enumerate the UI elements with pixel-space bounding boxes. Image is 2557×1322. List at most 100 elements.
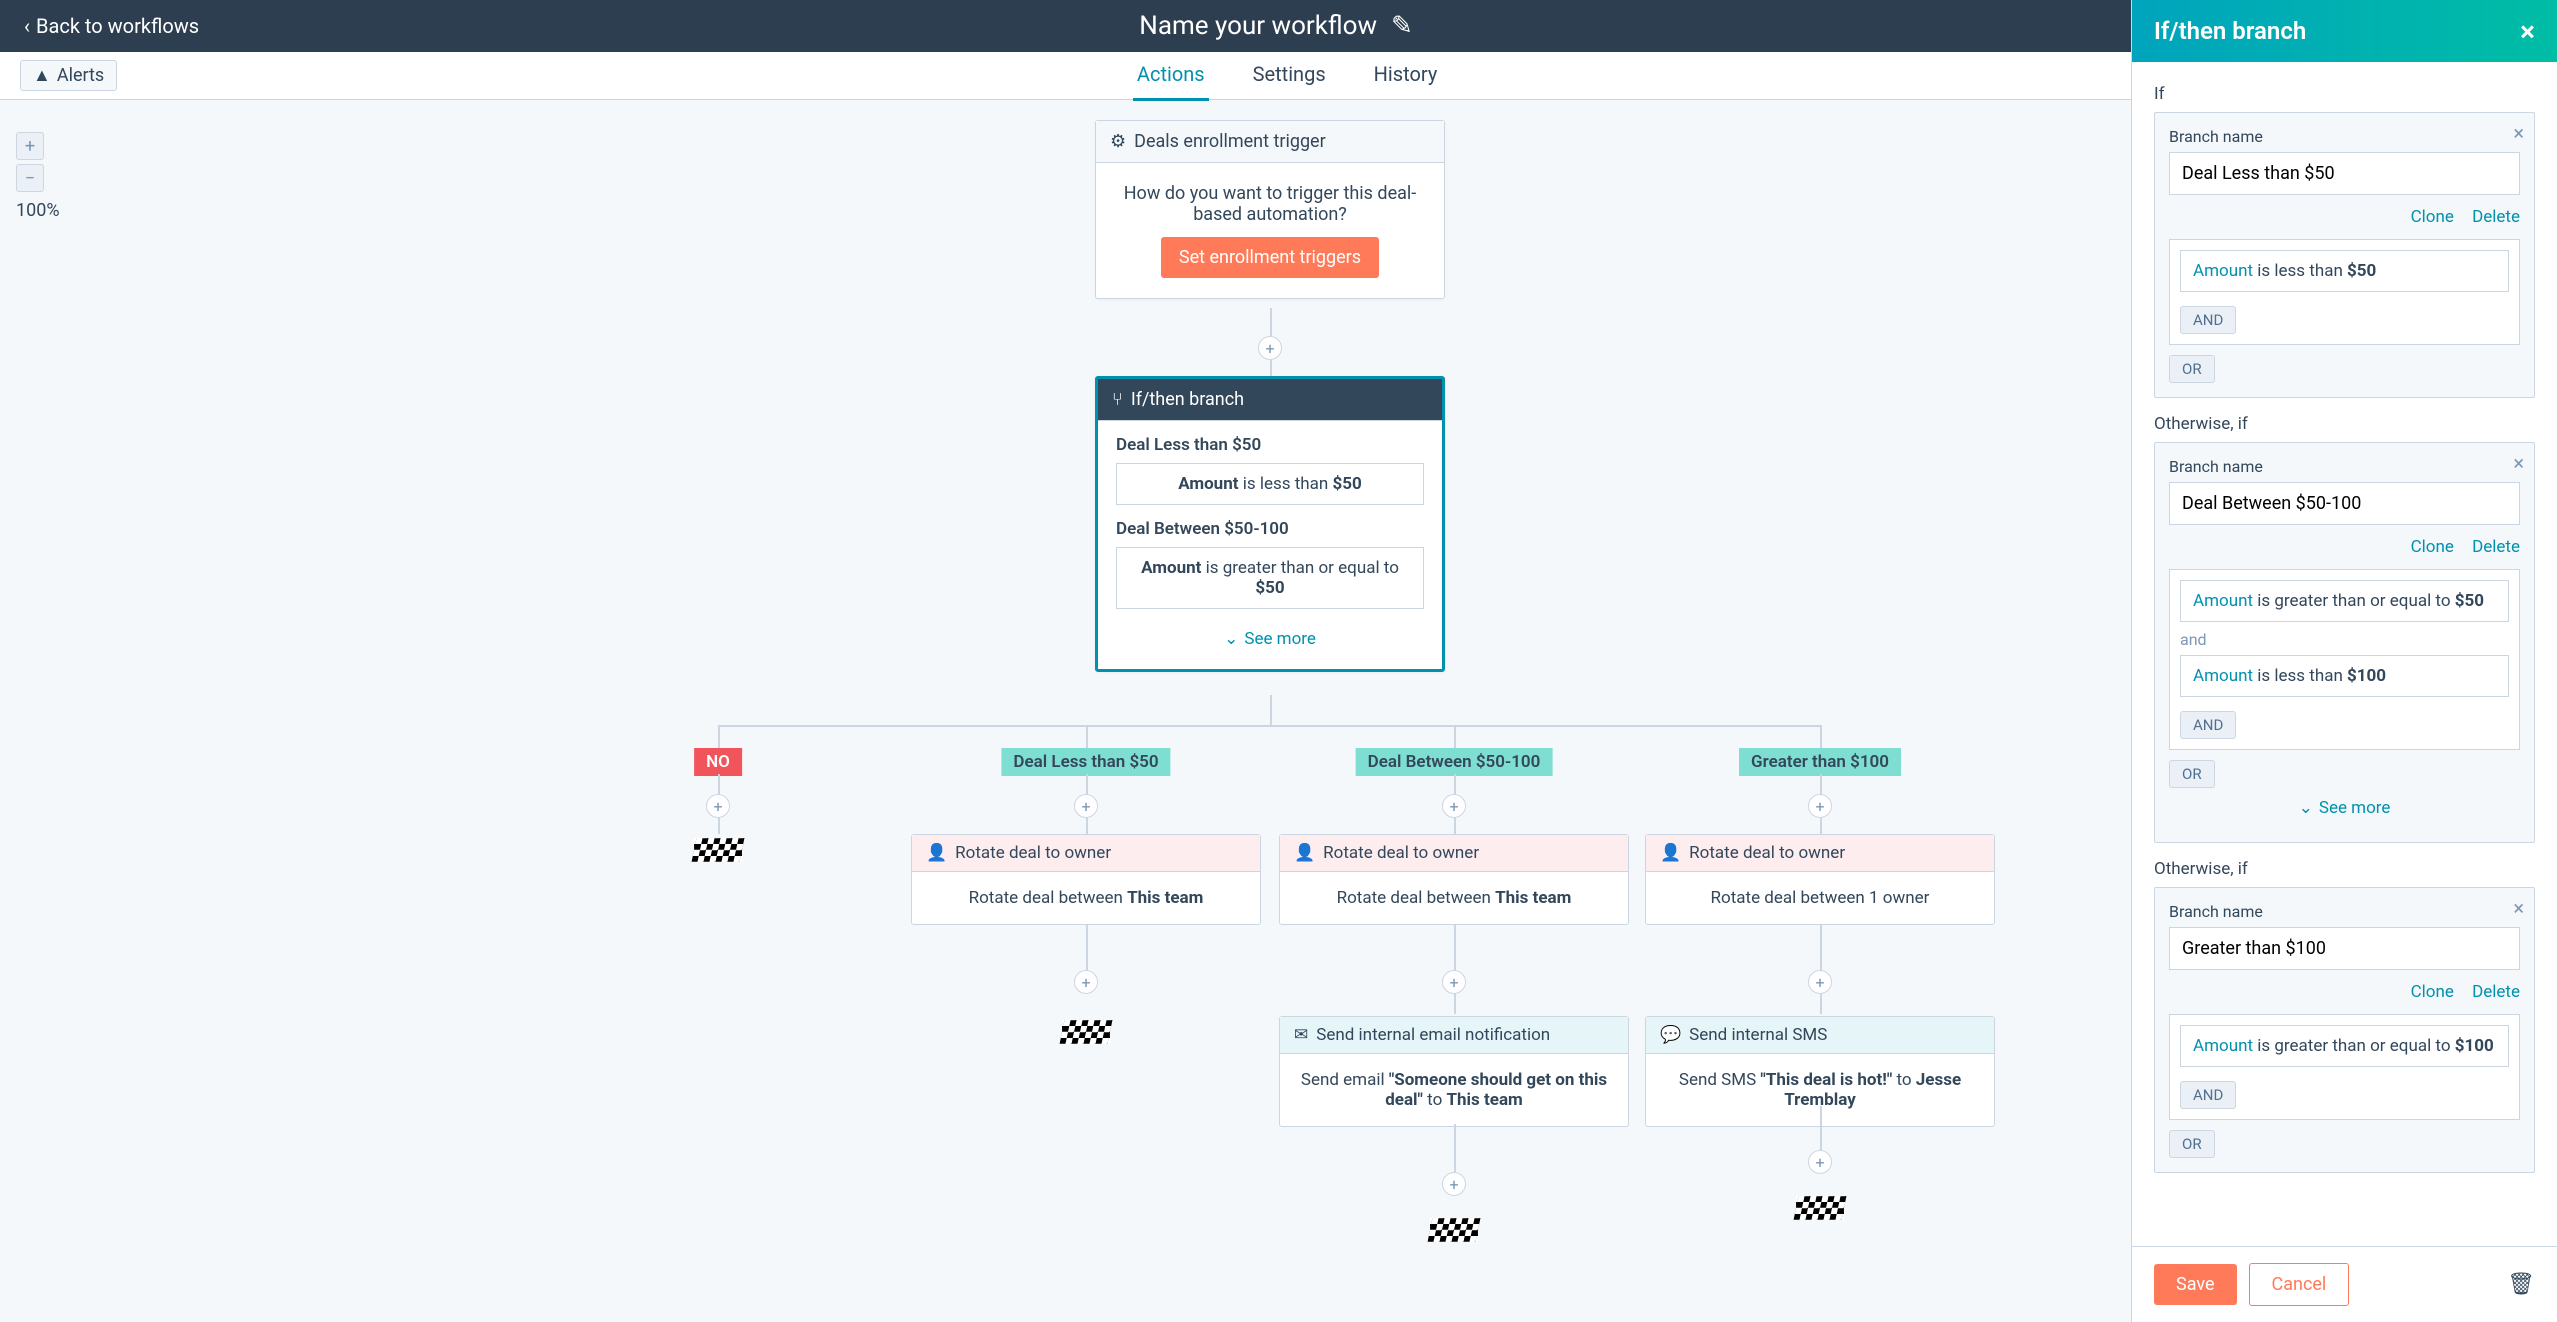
rotate-deal-card[interactable]: 👤 Rotate deal to owner Rotate deal betwe… bbox=[1279, 834, 1629, 925]
branch-entry-title: Deal Between $50-100 bbox=[1116, 519, 1424, 539]
branch-name-label: Branch name bbox=[2169, 902, 2520, 921]
cancel-button[interactable]: Cancel bbox=[2249, 1263, 2350, 1306]
branch-name-input[interactable] bbox=[2169, 482, 2520, 525]
branch-config-card: × Branch name Clone Delete Amount is gre… bbox=[2154, 887, 2535, 1173]
branch-name-label: Branch name bbox=[2169, 457, 2520, 476]
and-button[interactable]: AND bbox=[2180, 306, 2236, 334]
end-icon bbox=[1430, 1218, 1478, 1242]
back-to-workflows-link[interactable]: ‹ Back to workflows bbox=[24, 14, 199, 38]
back-label: Back to workflows bbox=[36, 14, 199, 38]
add-action-button[interactable]: + bbox=[1808, 970, 1832, 994]
close-icon[interactable]: × bbox=[2520, 15, 2535, 48]
branch-label-no: NO bbox=[694, 748, 742, 776]
branch-condition: Amount is less than $50 bbox=[1116, 463, 1424, 505]
card-body: Send email "Someone should get on this d… bbox=[1280, 1054, 1628, 1126]
branch-config-card: × Branch name Clone Delete Amount is les… bbox=[2154, 112, 2535, 398]
add-action-button[interactable]: + bbox=[1442, 970, 1466, 994]
end-icon bbox=[1796, 1196, 1844, 1220]
gear-icon: ⚙ bbox=[1110, 131, 1126, 152]
branch-name-input[interactable] bbox=[2169, 927, 2520, 970]
branch-label: Greater than $100 bbox=[1739, 748, 1901, 776]
card-header: Send internal SMS bbox=[1689, 1025, 1827, 1045]
end-icon bbox=[694, 838, 742, 862]
end-icon bbox=[1062, 1020, 1110, 1044]
condition-row[interactable]: Amount is greater than or equal to $100 bbox=[2180, 1025, 2509, 1067]
see-more-link[interactable]: ⌄ See more bbox=[2169, 788, 2520, 828]
chevron-down-icon: ⌄ bbox=[1224, 629, 1238, 649]
clone-link[interactable]: Clone bbox=[2411, 982, 2454, 1002]
tab-actions[interactable]: Actions bbox=[1133, 50, 1209, 101]
trigger-node[interactable]: ⚙ Deals enrollment trigger How do you wa… bbox=[1095, 120, 1445, 299]
trigger-header: Deals enrollment trigger bbox=[1134, 131, 1326, 152]
rotate-deal-card[interactable]: 👤 Rotate deal to owner Rotate deal betwe… bbox=[1645, 834, 1995, 925]
branch-header: If/then branch bbox=[1131, 389, 1244, 410]
delete-link[interactable]: Delete bbox=[2472, 207, 2520, 227]
user-rotate-icon: 👤 bbox=[1660, 843, 1681, 863]
remove-branch-icon[interactable]: × bbox=[2513, 896, 2524, 920]
ifthen-side-panel: If/then branch × If × Branch name Clone … bbox=[2131, 0, 2557, 1322]
branch-name-label: Branch name bbox=[2169, 127, 2520, 146]
card-body: Rotate deal between 1 owner bbox=[1646, 872, 1994, 924]
condition-row[interactable]: Amount is less than $100 bbox=[2180, 655, 2509, 697]
add-action-button[interactable]: + bbox=[1442, 794, 1466, 818]
user-rotate-icon: 👤 bbox=[1294, 843, 1315, 863]
tab-settings[interactable]: Settings bbox=[1249, 50, 1330, 101]
or-button[interactable]: OR bbox=[2169, 760, 2215, 788]
alert-icon: ▲ bbox=[33, 65, 51, 86]
send-email-card[interactable]: ✉ Send internal email notification Send … bbox=[1279, 1016, 1629, 1127]
branch-icon: ⑂ bbox=[1112, 389, 1123, 410]
rotate-deal-card[interactable]: 👤 Rotate deal to owner Rotate deal betwe… bbox=[911, 834, 1261, 925]
card-header: Rotate deal to owner bbox=[955, 843, 1111, 863]
or-button[interactable]: OR bbox=[2169, 1130, 2215, 1158]
branch-condition: Amount is greater than or equal to $50 bbox=[1116, 547, 1424, 609]
add-action-button[interactable]: + bbox=[1074, 970, 1098, 994]
add-action-button[interactable]: + bbox=[706, 794, 730, 818]
branch-entry-title: Deal Less than $50 bbox=[1116, 435, 1424, 455]
and-text: and bbox=[2180, 630, 2509, 649]
card-header: Send internal email notification bbox=[1316, 1025, 1550, 1045]
condition-row[interactable]: Amount is greater than or equal to $50 bbox=[2180, 580, 2509, 622]
otherwise-label: Otherwise, if bbox=[2154, 859, 2535, 879]
add-action-button[interactable]: + bbox=[1808, 1150, 1832, 1174]
zoom-in-button[interactable]: + bbox=[16, 132, 44, 160]
trash-icon[interactable]: 🗑 bbox=[2507, 1272, 2535, 1297]
card-header: Rotate deal to owner bbox=[1323, 843, 1479, 863]
clone-link[interactable]: Clone bbox=[2411, 537, 2454, 557]
see-more-link[interactable]: ⌄ See more bbox=[1116, 623, 1424, 655]
add-action-button[interactable]: + bbox=[1442, 1172, 1466, 1196]
trigger-description: How do you want to trigger this deal-bas… bbox=[1116, 183, 1424, 225]
email-icon: ✉ bbox=[1294, 1025, 1308, 1045]
delete-link[interactable]: Delete bbox=[2472, 982, 2520, 1002]
or-button[interactable]: OR bbox=[2169, 355, 2215, 383]
card-header: Rotate deal to owner bbox=[1689, 843, 1845, 863]
and-button[interactable]: AND bbox=[2180, 1081, 2236, 1109]
ifthen-branch-node[interactable]: ⑂ If/then branch Deal Less than $50 Amou… bbox=[1095, 376, 1445, 672]
add-action-button[interactable]: + bbox=[1074, 794, 1098, 818]
zoom-out-button[interactable]: − bbox=[16, 164, 44, 192]
chevron-left-icon: ‹ bbox=[24, 14, 30, 38]
condition-row[interactable]: Amount is less than $50 bbox=[2180, 250, 2509, 292]
panel-title: If/then branch bbox=[2154, 17, 2306, 45]
save-button[interactable]: Save bbox=[2154, 1264, 2237, 1305]
workflow-title: Name your workflow bbox=[1139, 11, 1377, 41]
branch-label: Deal Between $50-100 bbox=[1356, 748, 1553, 776]
branch-name-input[interactable] bbox=[2169, 152, 2520, 195]
otherwise-label: Otherwise, if bbox=[2154, 414, 2535, 434]
if-label: If bbox=[2154, 84, 2535, 104]
edit-icon[interactable]: ✎ bbox=[1391, 11, 1413, 41]
and-button[interactable]: AND bbox=[2180, 711, 2236, 739]
chevron-down-icon: ⌄ bbox=[2299, 798, 2313, 818]
branch-config-card: × Branch name Clone Delete Amount is gre… bbox=[2154, 442, 2535, 843]
set-enrollment-triggers-button[interactable]: Set enrollment triggers bbox=[1161, 237, 1379, 278]
user-rotate-icon: 👤 bbox=[926, 843, 947, 863]
card-body: Rotate deal between This team bbox=[1280, 872, 1628, 924]
delete-link[interactable]: Delete bbox=[2472, 537, 2520, 557]
remove-branch-icon[interactable]: × bbox=[2513, 121, 2524, 145]
alerts-label: Alerts bbox=[57, 65, 104, 86]
clone-link[interactable]: Clone bbox=[2411, 207, 2454, 227]
alerts-button[interactable]: ▲ Alerts bbox=[20, 60, 117, 91]
add-action-button[interactable]: + bbox=[1808, 794, 1832, 818]
remove-branch-icon[interactable]: × bbox=[2513, 451, 2524, 475]
add-action-button[interactable]: + bbox=[1258, 336, 1282, 360]
tab-history[interactable]: History bbox=[1370, 50, 1442, 101]
